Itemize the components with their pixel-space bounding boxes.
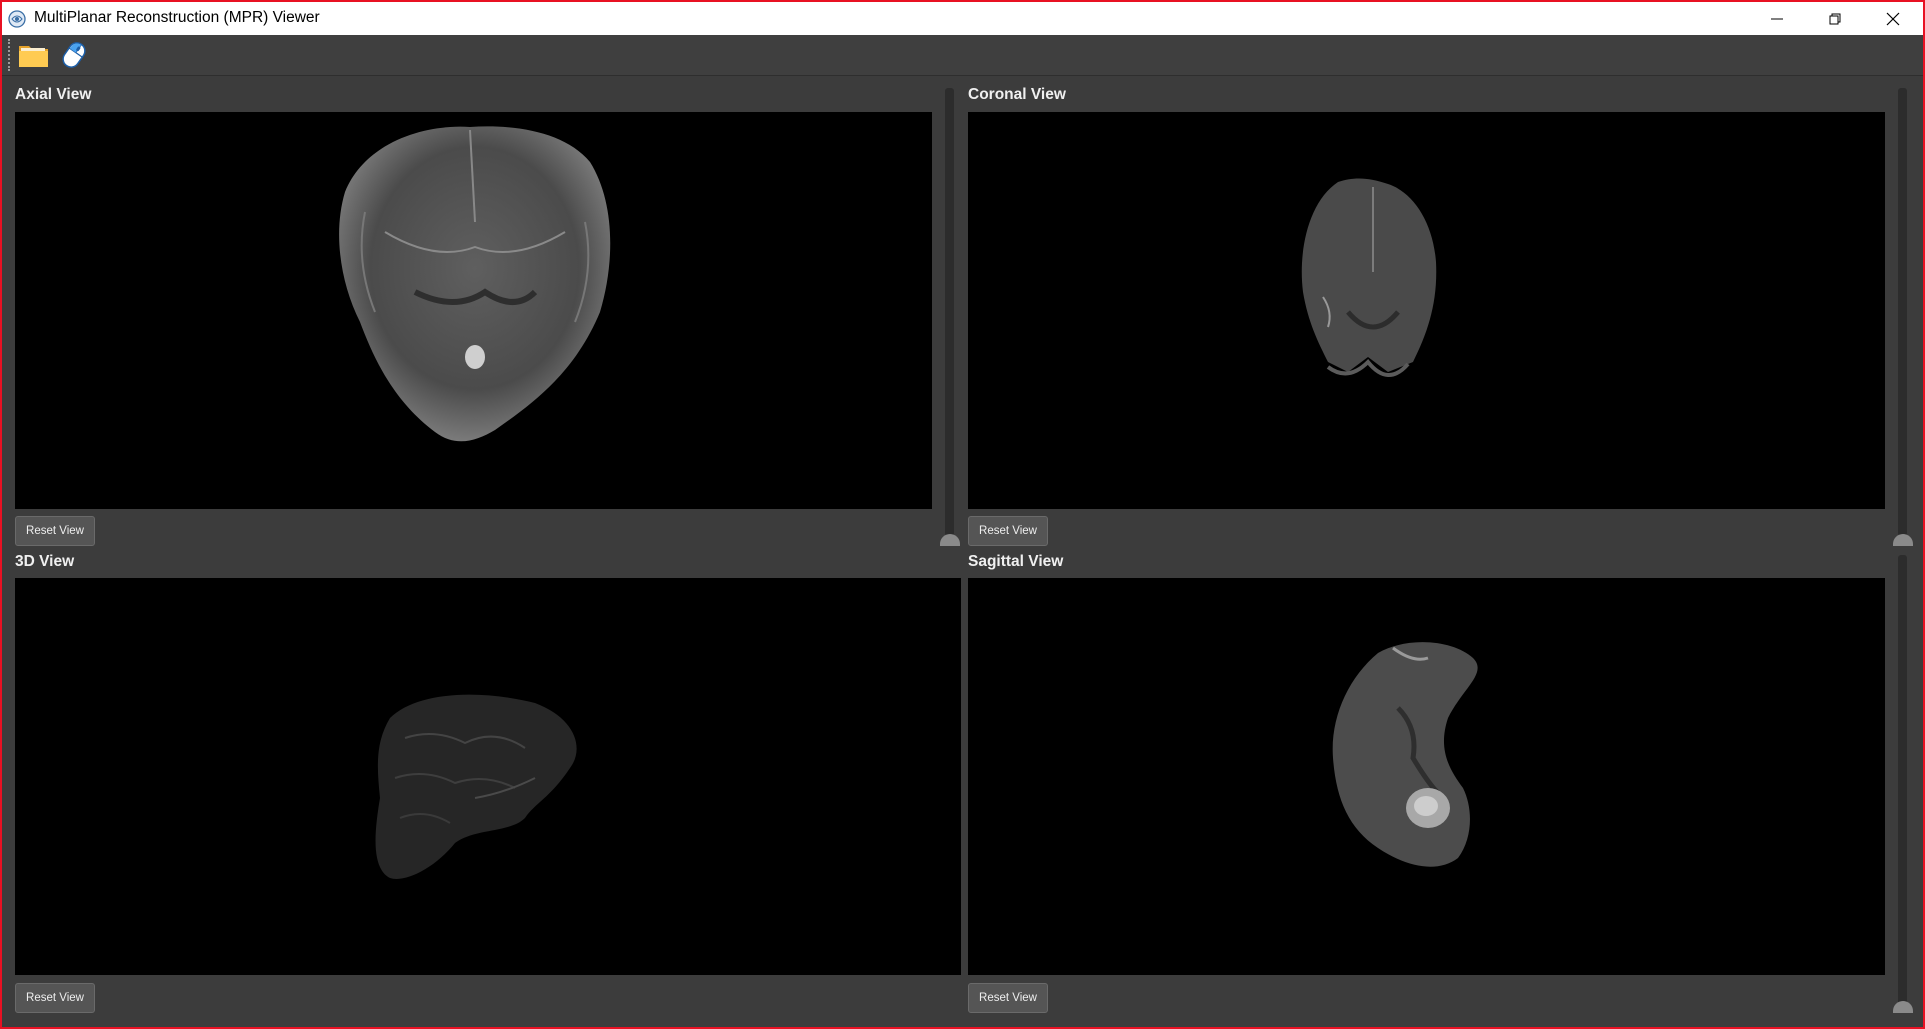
3d-reset-button[interactable]: Reset View — [15, 983, 95, 1013]
3d-viewport[interactable] — [15, 578, 961, 975]
restore-icon — [1829, 13, 1841, 24]
toolbar — [2, 35, 1923, 76]
axial-viewport[interactable] — [15, 112, 932, 509]
sagittal-slice-image — [1332, 642, 1478, 867]
3d-view-title: 3D View — [15, 553, 75, 570]
window-title: MultiPlanar Reconstruction (MPR) Viewer — [34, 9, 320, 26]
restore-button[interactable] — [1806, 2, 1864, 35]
coronal-viewport[interactable] — [968, 112, 1885, 509]
close-button[interactable] — [1864, 2, 1922, 35]
mouse-icon — [62, 42, 86, 68]
coronal-slice-image — [1301, 178, 1437, 377]
axial-slider-handle[interactable] — [940, 534, 960, 546]
sagittal-view-title: Sagittal View — [968, 553, 1064, 570]
sagittal-viewport[interactable] — [968, 578, 1885, 975]
axial-view-title: Axial View — [15, 86, 92, 103]
axial-reset-button[interactable]: Reset View — [15, 516, 95, 546]
minimize-icon — [1771, 18, 1783, 19]
axial-slice-slider[interactable] — [945, 88, 954, 536]
toolbar-grip[interactable] — [8, 39, 12, 71]
mouse-interaction-button[interactable] — [56, 37, 92, 73]
coronal-slice-slider[interactable] — [1898, 88, 1907, 536]
folder-icon — [19, 46, 48, 67]
axial-slice-image — [339, 126, 611, 442]
title-bar: MultiPlanar Reconstruction (MPR) Viewer — [2, 2, 1923, 35]
3d-volume-render — [375, 694, 577, 879]
coronal-slider-handle[interactable] — [1893, 534, 1913, 546]
sagittal-reset-button[interactable]: Reset View — [968, 983, 1048, 1013]
close-icon — [1886, 12, 1900, 25]
coronal-reset-button[interactable]: Reset View — [968, 516, 1048, 546]
sagittal-slider-handle[interactable] — [1893, 1001, 1913, 1013]
coronal-view-title: Coronal View — [968, 86, 1066, 103]
minimize-button[interactable] — [1748, 2, 1806, 35]
sagittal-slice-slider[interactable] — [1898, 555, 1907, 1005]
open-folder-button[interactable] — [16, 37, 52, 73]
app-icon — [8, 10, 26, 28]
